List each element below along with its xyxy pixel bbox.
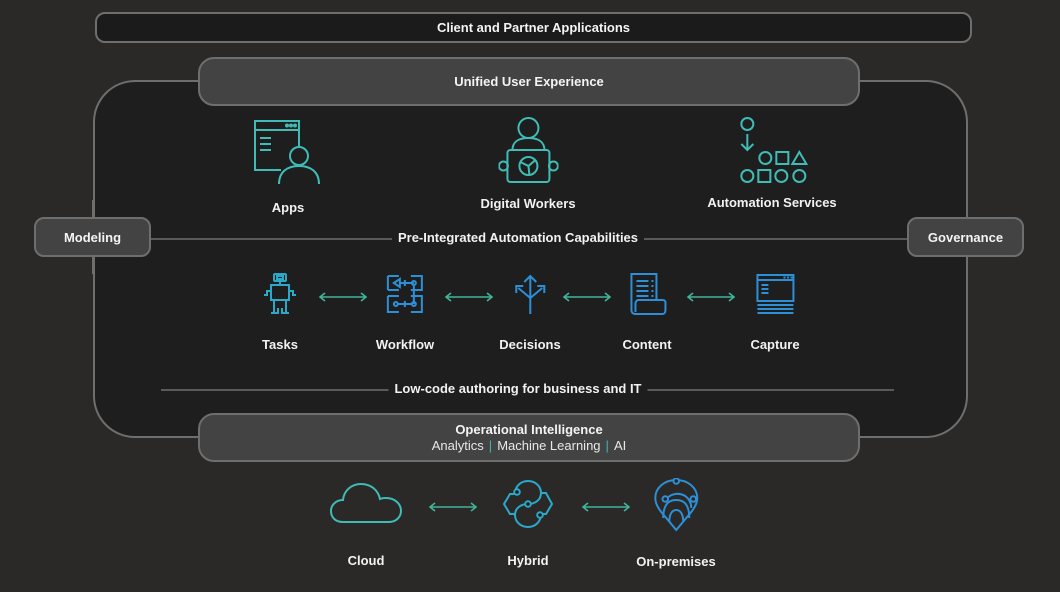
arrow-workflow-decisions (444, 292, 494, 302)
workflow-label: Workflow (375, 337, 435, 352)
capability-content: Content (622, 272, 672, 352)
arrow-decisions-content (562, 292, 612, 302)
modeling-label: Modeling (63, 229, 122, 245)
modeling-box: Modeling (34, 217, 151, 257)
governance-label: Governance (927, 229, 1004, 245)
oi-separator: | (605, 438, 609, 453)
capability-decisions: Decisions (499, 272, 561, 352)
automation-services-label: Automation Services (707, 195, 837, 210)
content-label: Content (622, 337, 672, 352)
node-digital-workers: Digital Workers (480, 116, 576, 211)
client-partner-applications-bar: Client and Partner Applications (95, 12, 972, 43)
workflow-icon (386, 275, 423, 313)
hybrid-label: Hybrid (507, 553, 549, 568)
unified-user-experience-bar: Unified User Experience (198, 57, 860, 106)
cloud-label: Cloud (347, 553, 385, 568)
modeling-connector-bottom (92, 257, 94, 274)
tasks-label: Tasks (262, 337, 298, 352)
digital-worker-icon (498, 117, 558, 183)
deployment-on-premises: On-premises (636, 478, 716, 569)
capabilities-title: Pre-Integrated Automation Capabilities (391, 230, 645, 245)
deployment-hybrid: Hybrid (501, 478, 555, 568)
cloud-icon (329, 482, 403, 523)
arrow-cloud-hybrid (428, 502, 478, 512)
capture-window-icon (756, 274, 794, 314)
digital-workers-label: Digital Workers (480, 196, 576, 211)
authoring-title: Low-code authoring for business and IT (388, 381, 648, 396)
hybrid-icon (502, 479, 554, 529)
robot-icon (264, 273, 296, 314)
document-scroll-icon (629, 273, 666, 315)
governance-box: Governance (907, 217, 1024, 257)
operational-intelligence-bar: Operational Intelligence Analytics | Machi… (198, 413, 860, 462)
deployment-cloud: Cloud (329, 480, 403, 568)
oi-item-analytics: Analytics (431, 438, 484, 453)
location-pin-icon (653, 478, 698, 532)
on-premises-label: On-premises (636, 554, 716, 569)
arrow-hybrid-on-premises (581, 502, 631, 512)
operational-intelligence-title: Operational Intelligence (455, 422, 603, 437)
automation-shapes-icon (739, 117, 808, 183)
oi-item-machine-learning: Machine Learning (497, 438, 601, 453)
apps-label: Apps (271, 200, 305, 215)
node-apps: Apps (253, 118, 323, 215)
arrow-tasks-workflow (318, 292, 368, 302)
decision-split-icon (514, 274, 545, 314)
governance-connector-top (966, 200, 968, 217)
unified-user-experience-label: Unified User Experience (454, 74, 604, 89)
capability-capture: Capture (750, 272, 800, 352)
decisions-label: Decisions (499, 337, 561, 352)
capture-label: Capture (750, 337, 800, 352)
capability-tasks: Tasks (260, 272, 300, 352)
governance-connector-bottom (966, 257, 968, 274)
modeling-connector-top (92, 200, 94, 217)
app-user-icon (254, 120, 320, 185)
capability-workflow: Workflow (376, 272, 434, 352)
client-partner-applications-label: Client and Partner Applications (436, 20, 631, 35)
oi-item-ai: AI (613, 438, 627, 453)
operational-intelligence-items: Analytics | Machine Learning | AI (432, 438, 626, 453)
oi-separator: | (488, 438, 493, 453)
node-automation-services: Automation Services (707, 116, 837, 210)
arrow-content-capture (686, 292, 736, 302)
